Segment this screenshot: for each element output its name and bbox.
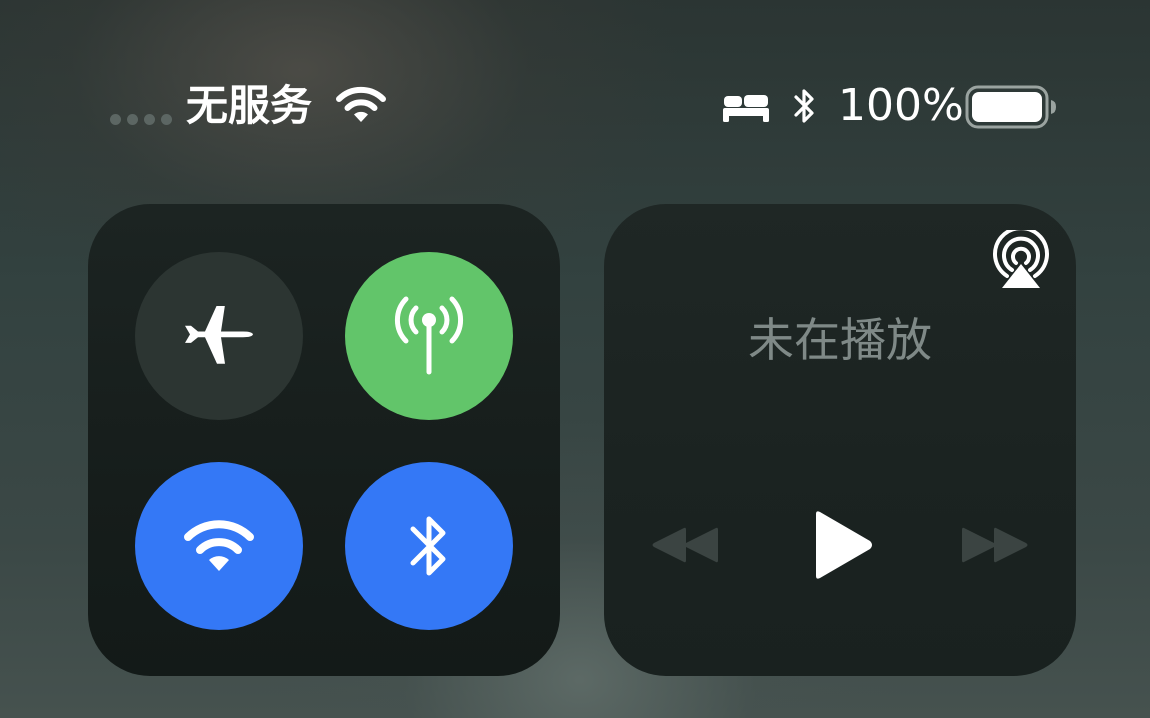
play-icon[interactable] xyxy=(810,510,874,580)
fast-forward-icon[interactable] xyxy=(960,522,1030,568)
carrier-label: 无服务 xyxy=(186,81,313,130)
signal-dots-icon xyxy=(110,114,172,125)
bluetooth-toggle[interactable] xyxy=(345,462,513,630)
wifi-icon xyxy=(336,86,386,122)
bluetooth-icon xyxy=(410,516,446,576)
bed-icon xyxy=(723,95,769,122)
status-bar: 无服务 100% xyxy=(0,0,1150,210)
battery-icon xyxy=(965,85,1056,129)
bluetooth-icon xyxy=(794,89,814,123)
airplay-audio-icon[interactable] xyxy=(990,230,1052,290)
wifi-toggle[interactable] xyxy=(135,462,303,630)
antenna-icon xyxy=(394,296,464,375)
media-panel: 未在播放 xyxy=(604,204,1076,676)
wifi-icon xyxy=(184,520,254,571)
airplane-mode-toggle[interactable] xyxy=(135,252,303,420)
connectivity-panel xyxy=(88,204,560,676)
battery-percent: 100% xyxy=(838,80,964,131)
now-playing-label: 未在播放 xyxy=(748,313,932,367)
rewind-icon[interactable] xyxy=(650,522,720,568)
airplane-icon xyxy=(185,306,253,364)
cellular-data-toggle[interactable] xyxy=(345,252,513,420)
